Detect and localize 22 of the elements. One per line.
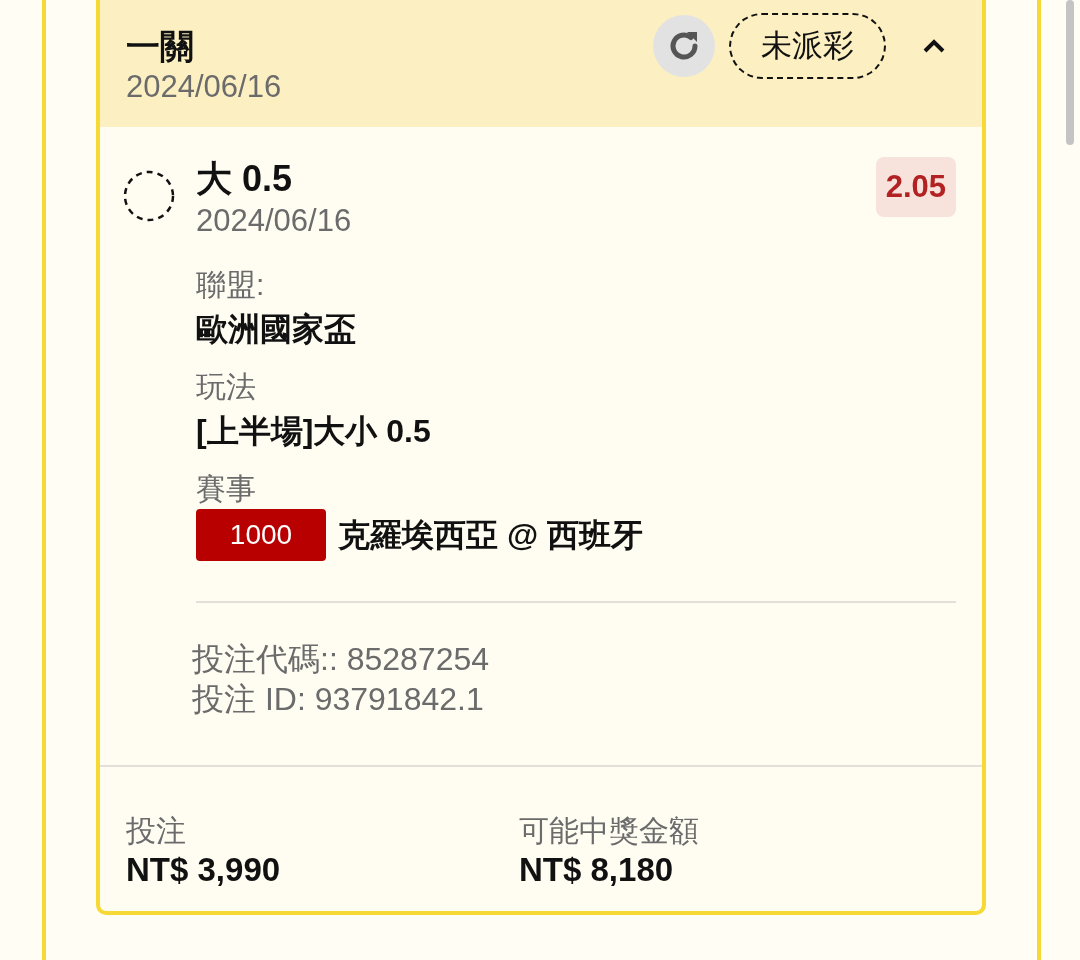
reference-text: 投注代碼:: 85287254 bbox=[192, 640, 491, 679]
total-value: NT$ 8,180 bbox=[519, 851, 675, 889]
selection-name: 大 0.5 bbox=[196, 157, 294, 201]
detail-value: 歐洲國家盃 bbox=[196, 310, 356, 349]
total-value: NT$ 3,990 bbox=[126, 851, 282, 889]
bet-date: 2024/06/16 bbox=[126, 67, 283, 106]
selection-date: 2024/06/16 bbox=[196, 202, 353, 240]
reference-text: 投注 ID: 93791842.1 bbox=[192, 680, 485, 719]
status-pill: 未派彩 bbox=[729, 12, 886, 79]
detail-label: 聯盟: bbox=[196, 267, 266, 303]
match-code-badge: 1000 bbox=[196, 509, 326, 561]
scrollbar[interactable] bbox=[1066, 0, 1074, 145]
detail-label: 玩法 bbox=[196, 369, 257, 405]
total-label: 投注 bbox=[126, 813, 187, 849]
odds-badge: 2.05 bbox=[875, 157, 956, 217]
chevron-icon bbox=[922, 37, 946, 54]
detail-value: [上半場]大小 0.5 bbox=[196, 412, 431, 451]
detail-value: 克羅埃西亞 @ 西班牙 bbox=[338, 516, 643, 555]
bet-title: 一關 bbox=[126, 25, 195, 67]
total-label: 可能中獎金額 bbox=[519, 813, 700, 849]
detail-label: 賽事 bbox=[196, 471, 257, 507]
pending-circle-icon bbox=[122, 169, 176, 223]
